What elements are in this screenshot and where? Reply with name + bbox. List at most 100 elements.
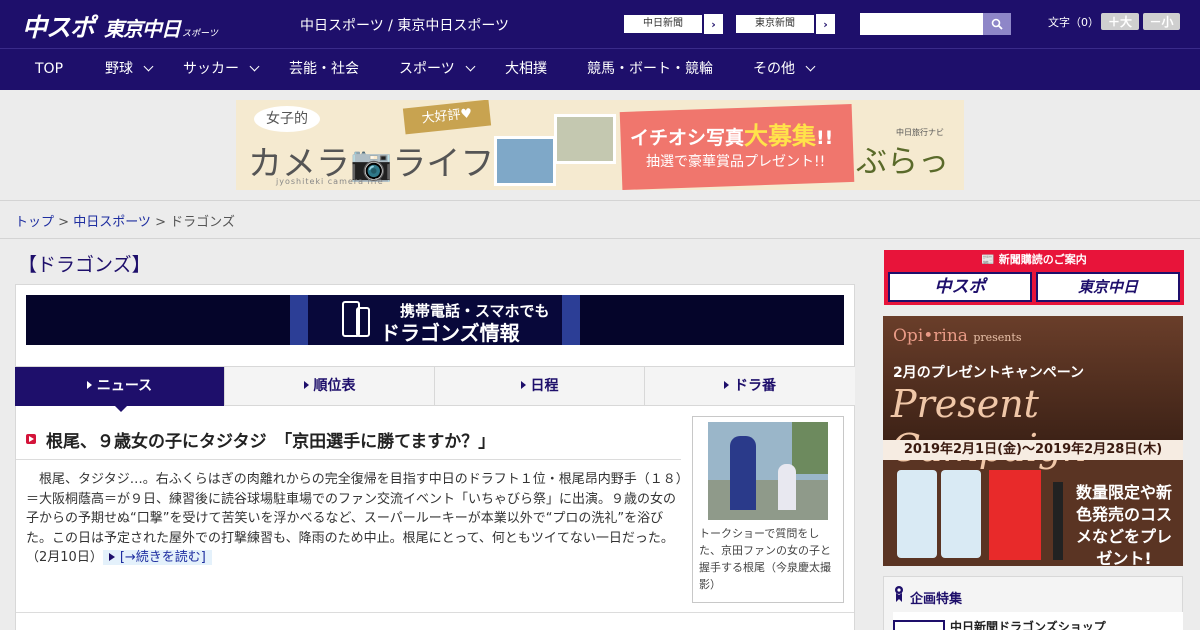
photo-ground: [708, 480, 828, 520]
nav-item-entertainment[interactable]: 芸能・社会: [289, 49, 359, 90]
breadcrumb-separator: >: [150, 215, 171, 230]
chevron-down-icon: [805, 61, 816, 72]
site-title: 中日スポーツ / 東京中日スポーツ: [300, 18, 510, 34]
tab-schedule[interactable]: 日程: [435, 367, 645, 406]
caret-right-icon: [303, 381, 309, 389]
mobile-banner-inner: 携帯電話・スマホでも ドラゴンズ情報: [290, 295, 580, 345]
nav-item-baseball[interactable]: 野球: [105, 49, 154, 90]
nav-label: サッカー: [183, 61, 239, 77]
tokyo-shimbun-button[interactable]: 東京新聞 ›: [734, 13, 836, 35]
font-smaller-button[interactable]: －小: [1143, 13, 1180, 30]
nav-label: スポーツ: [399, 61, 455, 77]
site-header: 中スポ 東京中日 スポーツ 中日スポーツ / 東京中日スポーツ 中日新聞 › 東…: [0, 0, 1200, 48]
nav-item-sports[interactable]: スポーツ: [399, 49, 476, 90]
special-feature-item-label: 中日新聞ドラゴンズショップ: [950, 620, 1106, 630]
subscription-title: 📰 新聞購読のご案内: [981, 253, 1087, 266]
font-size-label: 文字（0）: [1048, 16, 1099, 29]
breadcrumb-home-link[interactable]: トップ: [15, 215, 54, 230]
nav-item-other[interactable]: その他: [753, 49, 816, 90]
chunichi-shimbun-button[interactable]: 中日新聞 ›: [622, 13, 724, 35]
breadcrumb-section-link[interactable]: 中日スポーツ: [73, 215, 151, 230]
article-body: 根尾、タジタジ…。右ふくらはぎの肉離れからの完全復帰を目指す中日のドラフト１位・…: [26, 470, 684, 568]
smartphone-icon: [356, 307, 370, 337]
ribbon-icon: [895, 586, 903, 602]
mobile-dragons-banner[interactable]: 携帯電話・スマホでも ドラゴンズ情報: [26, 295, 844, 345]
ad-promo-text: 数量限定や新色発売のコスメなどをプレゼント!: [1075, 483, 1172, 566]
subscribe-chuspo-button[interactable]: 中スポ: [888, 272, 1032, 302]
banner-subtitle: jyoshiteki camera life: [276, 177, 384, 186]
ad-brand: Opi•rina presents: [893, 326, 1021, 346]
ad-product-bottle: [941, 470, 981, 558]
photo-player: [730, 436, 756, 510]
tab-news[interactable]: ニュース: [15, 367, 225, 406]
tab-standings[interactable]: 順位表: [225, 367, 435, 406]
chevron-right-icon: ›: [703, 14, 723, 34]
chevron-down-icon: [465, 61, 476, 72]
active-tab-pointer: [114, 405, 128, 412]
nav-item-sumo[interactable]: 大相撲: [505, 49, 547, 90]
special-feature-thumb: [893, 620, 945, 630]
tab-label: 順位表: [313, 378, 356, 394]
search-input[interactable]: [860, 13, 983, 35]
breadcrumb-current: ドラゴンズ: [170, 215, 235, 230]
article-photo[interactable]: [708, 422, 828, 520]
main-nav: TOP 野球 サッカー 芸能・社会 スポーツ 大相撲 競馬・ボート・競輪 その他: [0, 48, 1200, 90]
ad-product-package: [989, 470, 1041, 560]
tab-dora-ban[interactable]: ドラ番: [645, 367, 855, 406]
divider: [16, 459, 681, 460]
read-more-link[interactable]: [→続きを読む]: [102, 550, 212, 565]
banner-headline-post: !!: [816, 127, 834, 149]
divider: [0, 238, 1200, 239]
subscribe-tokyo-chunichi-button[interactable]: 東京中日: [1036, 272, 1180, 302]
nav-item-soccer[interactable]: サッカー: [183, 49, 260, 90]
tab-label: ドラ番: [734, 378, 776, 394]
breadcrumb: トップ > 中日スポーツ > ドラゴンズ: [15, 211, 235, 230]
tab-label: 日程: [530, 378, 559, 394]
nav-label: 野球: [105, 61, 133, 77]
tab-label: ニュース: [96, 378, 153, 394]
ad-present-campaign[interactable]: Opi•rina presents 2月のプレゼントキャンペーン Present…: [883, 316, 1183, 566]
banner-headline-pre: イチオシ写真: [630, 127, 745, 149]
logo-sports-small: スポーツ: [182, 29, 218, 39]
photo-caption: トークショーで質問をした、京田ファンの女の子と握手する根尾（今泉慶太撮影）: [699, 527, 831, 591]
logo-chuspo: 中スポ: [22, 13, 95, 42]
banner-photo: [554, 114, 616, 164]
article-body-text: 根尾、タジタジ…。右ふくらはぎの肉離れからの完全復帰を目指す中日のドラフト１位・…: [26, 472, 683, 546]
play-icon: [26, 434, 36, 444]
search-button[interactable]: [983, 13, 1011, 35]
ad-product-bottle: [897, 470, 937, 558]
ad-banner-camera-life[interactable]: 女子的 カメラ📷ライフ jyoshiteki camera life 大好評♥ …: [236, 100, 964, 190]
special-feature-title: 企画特集: [910, 592, 963, 607]
nav-label: その他: [753, 61, 795, 77]
banner-popular-tag: 大好評♥: [402, 100, 492, 135]
tokyo-shimbun-label: 東京新聞: [735, 14, 815, 34]
nav-item-racing[interactable]: 競馬・ボート・競輪: [587, 49, 713, 90]
mobile-banner-panel: 携帯電話・スマホでも ドラゴンズ情報: [308, 295, 562, 345]
banner-girl-label: 女子的: [254, 106, 320, 132]
chevron-right-icon: ›: [815, 14, 835, 34]
caret-right-icon: [86, 381, 92, 389]
article-date: （2月10日）: [26, 550, 103, 565]
ad-campaign-label: 2月のプレゼントキャンペーン: [893, 365, 1085, 381]
banner-photo: [494, 136, 556, 186]
site-logo[interactable]: 中スポ 東京中日 スポーツ: [22, 8, 218, 44]
caret-right-icon: [724, 381, 729, 389]
search-icon: [991, 18, 1003, 30]
divider: [16, 612, 854, 613]
logo-tokyo-chunichi: 東京中日: [104, 17, 181, 41]
chevron-down-icon: [249, 61, 260, 72]
banner-prize-text: 抽選で豪華賞品プレゼント!!: [646, 154, 826, 170]
subscription-box: 📰 新聞購読のご案内 中スポ 東京中日: [884, 250, 1184, 305]
chevron-down-icon: [143, 61, 154, 72]
font-larger-button[interactable]: ＋大: [1101, 13, 1139, 30]
nav-label: TOP: [35, 61, 64, 77]
article-headline[interactable]: 根尾、９歳女の子にタジタジ 「京田選手に勝てますか？」: [46, 427, 495, 452]
nav-item-top[interactable]: TOP: [35, 49, 63, 90]
ad-date-range: 2019年2月1日(金)～2019年2月28日(木): [883, 440, 1183, 460]
banner-burattobito-logo: ぶらっ人: [856, 144, 949, 190]
nav-label: 芸能・社会: [289, 61, 359, 77]
caret-right-icon: [520, 381, 526, 389]
ad-brand-name: Opi•rina: [893, 326, 968, 346]
mobile-banner-line2: ドラゴンズ情報: [380, 321, 520, 345]
nav-label: 大相撲: [505, 61, 547, 77]
